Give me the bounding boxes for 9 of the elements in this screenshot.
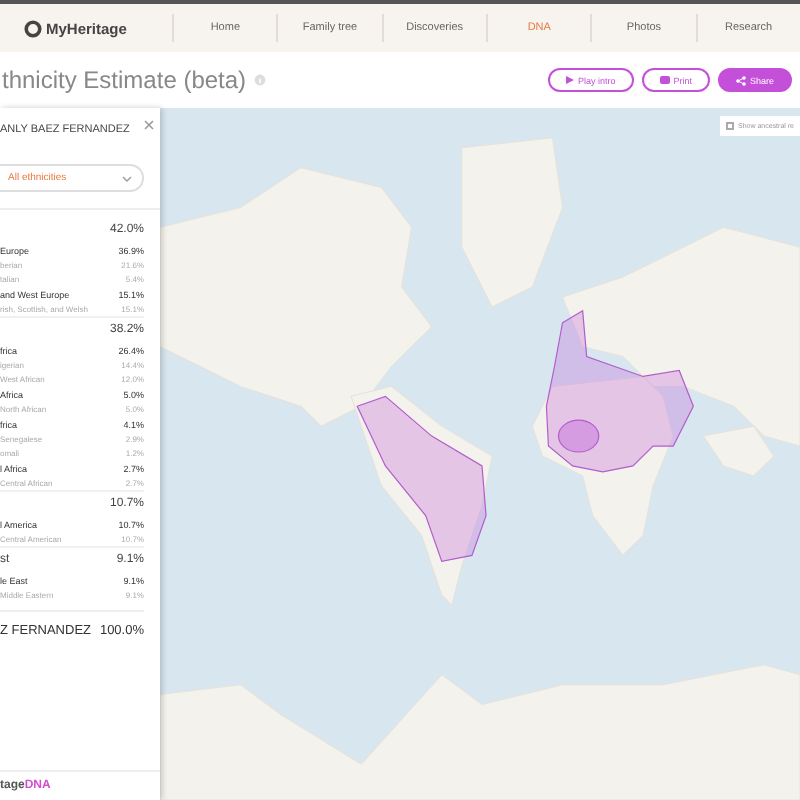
printer-icon bbox=[659, 76, 670, 84]
share-icon bbox=[735, 75, 746, 85]
play-icon bbox=[565, 76, 574, 84]
checkbox[interactable] bbox=[725, 122, 734, 130]
logo-icon bbox=[24, 19, 42, 37]
page-title: thnicity Estimate (beta) bbox=[2, 66, 247, 94]
chevron-down-icon bbox=[122, 175, 132, 181]
info-icon[interactable] bbox=[254, 74, 267, 86]
close-icon[interactable] bbox=[144, 120, 154, 130]
